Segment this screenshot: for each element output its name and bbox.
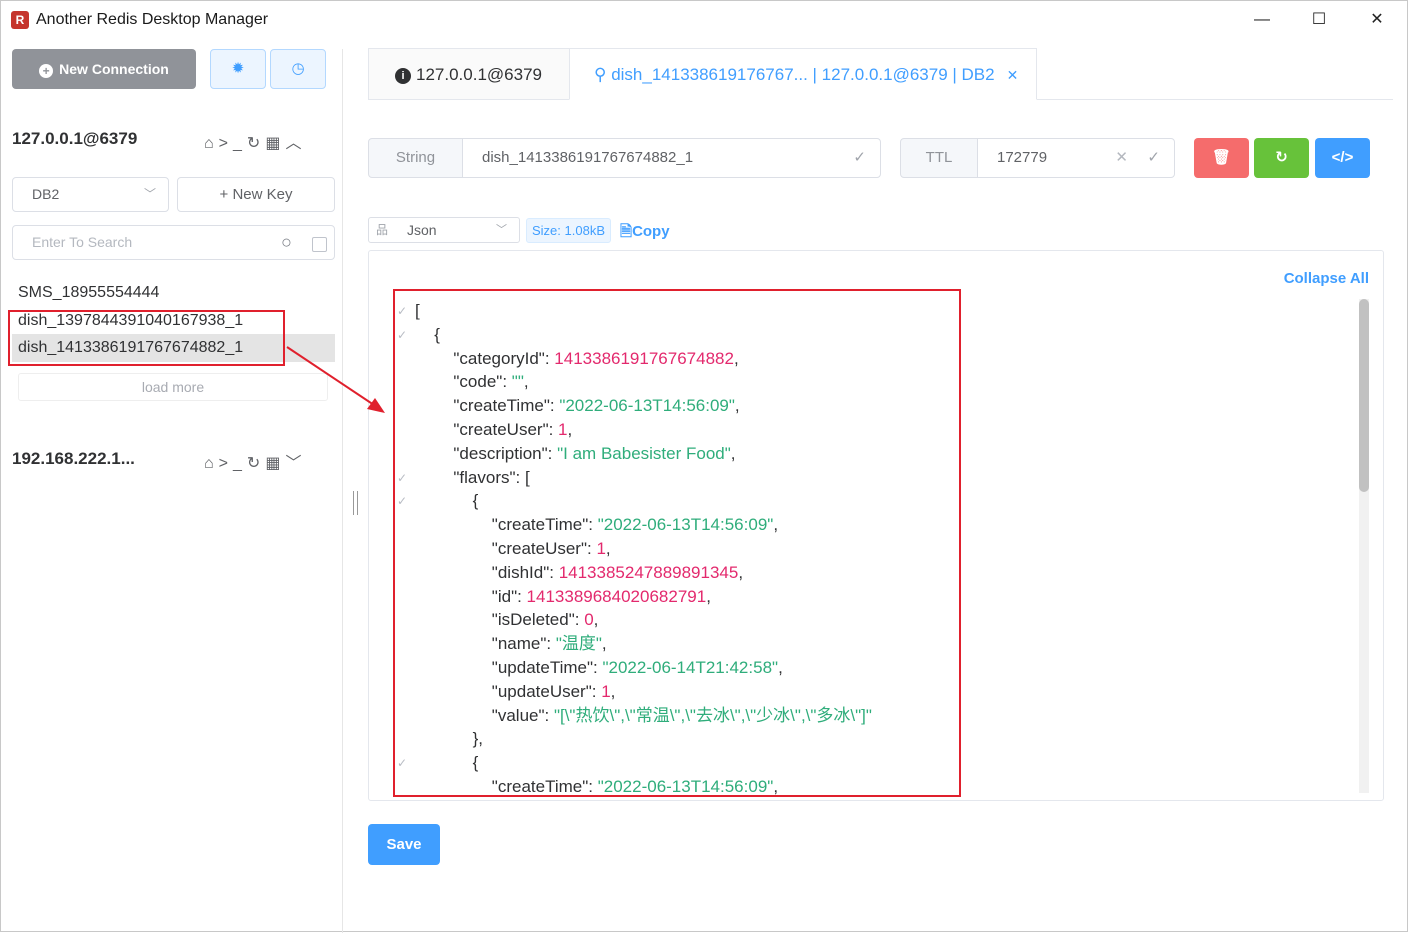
connection-row[interactable]: 192.168.222.1... ⌂>_↻▦﹀ — [12, 449, 332, 473]
delete-key-button[interactable]: 🗑 — [1194, 138, 1249, 178]
copy-button[interactable]: 🗎Copy — [620, 221, 670, 246]
new-key-button[interactable]: + New Key — [177, 177, 335, 212]
tab-label: dish_141338619176767... | 127.0.0.1@6379… — [611, 65, 995, 84]
connection-actions: ⌂>_↻▦︿ — [204, 129, 306, 153]
connection-actions: ⌂>_↻▦﹀ — [204, 449, 306, 473]
check-icon[interactable]: ✓ — [1147, 139, 1160, 177]
refresh-icon[interactable]: ↻ — [247, 135, 265, 152]
annotation-box — [8, 310, 285, 366]
annotation-box — [393, 289, 961, 797]
app-window: R Another Redis Desktop Manager — ☐ ✕ + N… — [0, 0, 1408, 933]
chevron-down-icon: ﹀ — [143, 187, 156, 201]
dump-command-button[interactable]: </> — [1315, 138, 1370, 178]
refresh-key-button[interactable]: ↻ — [1254, 138, 1309, 178]
db-select[interactable]: DB2 ﹀ — [12, 177, 169, 212]
chevron-down-icon[interactable]: ﹀ — [285, 455, 306, 472]
app-logo-icon: R — [11, 11, 29, 29]
annotation-arrow — [286, 346, 385, 413]
tab-label: 127.0.0.1@6379 — [416, 65, 542, 84]
history-button[interactable]: ◷ — [270, 49, 326, 89]
size-badge: Size: 1.08kB — [526, 218, 611, 243]
key-name-input[interactable]: dish_1413386191767674882_1 ✓ — [462, 138, 881, 178]
document-icon: 🗎 — [620, 223, 633, 240]
tab-bar: i 127.0.0.1@6379 ⚲ dish_141338619176767..… — [368, 48, 1393, 100]
new-connection-label: New Connection — [59, 61, 169, 77]
clear-icon[interactable]: ✕ — [1115, 139, 1128, 177]
maximize-button[interactable]: ☐ — [1296, 6, 1342, 34]
ttl-value: 172779 — [997, 149, 1048, 166]
key-list-item[interactable]: SMS_18955554444 — [12, 279, 335, 307]
copy-label: Copy — [632, 223, 670, 240]
exact-search-checkbox[interactable] — [312, 237, 327, 252]
minimize-button[interactable]: — — [1239, 6, 1285, 34]
ttl-label: TTL — [900, 138, 978, 178]
refresh-icon[interactable]: ↻ — [247, 455, 265, 472]
new-connection-button[interactable]: + New Connection — [12, 49, 196, 89]
grid-icon[interactable]: ▦ — [265, 135, 285, 152]
collapse-all-button[interactable]: Collapse All — [1284, 270, 1369, 287]
key-name-value: dish_1413386191767674882_1 — [482, 149, 694, 166]
close-window-button[interactable]: ✕ — [1354, 6, 1400, 34]
save-button[interactable]: Save — [368, 824, 440, 865]
scrollbar-thumb[interactable] — [1359, 299, 1369, 492]
tree-icon: 品 — [376, 223, 389, 237]
key-type-label: String — [368, 138, 463, 178]
key-icon: ⚲ — [594, 65, 612, 84]
connection-name[interactable]: 127.0.0.1@6379 — [12, 129, 137, 149]
connection-name[interactable]: 192.168.222.1... — [12, 449, 135, 469]
refresh-icon: ↻ — [1275, 149, 1288, 166]
close-tab-icon[interactable]: ✕ — [1007, 67, 1019, 83]
connection-row[interactable]: 127.0.0.1@6379 ⌂>_↻▦︿ — [12, 129, 332, 153]
info-icon: i — [395, 68, 411, 84]
trash-icon: 🗑 — [1211, 149, 1232, 166]
plus-circle-icon: + — [39, 64, 54, 78]
format-select[interactable]: 品 Json ﹀ — [368, 217, 520, 243]
chevron-up-icon[interactable]: ︿ — [285, 135, 306, 152]
check-icon[interactable]: ✓ — [853, 139, 866, 177]
format-value: Json — [407, 222, 437, 238]
resize-handle[interactable] — [353, 491, 358, 515]
ttl-input[interactable]: 172779 ✕ ✓ — [977, 138, 1175, 178]
terminal-icon[interactable]: >_ — [219, 455, 247, 472]
home-icon[interactable]: ⌂ — [204, 455, 219, 472]
grid-icon[interactable]: ▦ — [265, 455, 285, 472]
chevron-down-icon: ﹀ — [496, 224, 507, 236]
title-bar: R Another Redis Desktop Manager — ☐ ✕ — [1, 1, 1407, 39]
search-icon[interactable]: ○ — [281, 232, 292, 253]
clock-icon: ◷ — [291, 60, 305, 77]
panel-divider — [342, 49, 343, 933]
settings-button[interactable]: ✹ — [210, 49, 266, 89]
home-icon[interactable]: ⌂ — [204, 135, 219, 152]
db-select-value: DB2 — [32, 186, 60, 202]
code-icon: </> — [1331, 149, 1354, 166]
tab-key[interactable]: ⚲ dish_141338619176767... | 127.0.0.1@63… — [569, 48, 1037, 100]
tab-connection-info[interactable]: i 127.0.0.1@6379 — [368, 48, 570, 100]
terminal-icon[interactable]: >_ — [219, 135, 247, 152]
gear-icon: ✹ — [231, 60, 245, 77]
window-title: Another Redis Desktop Manager — [36, 11, 269, 28]
